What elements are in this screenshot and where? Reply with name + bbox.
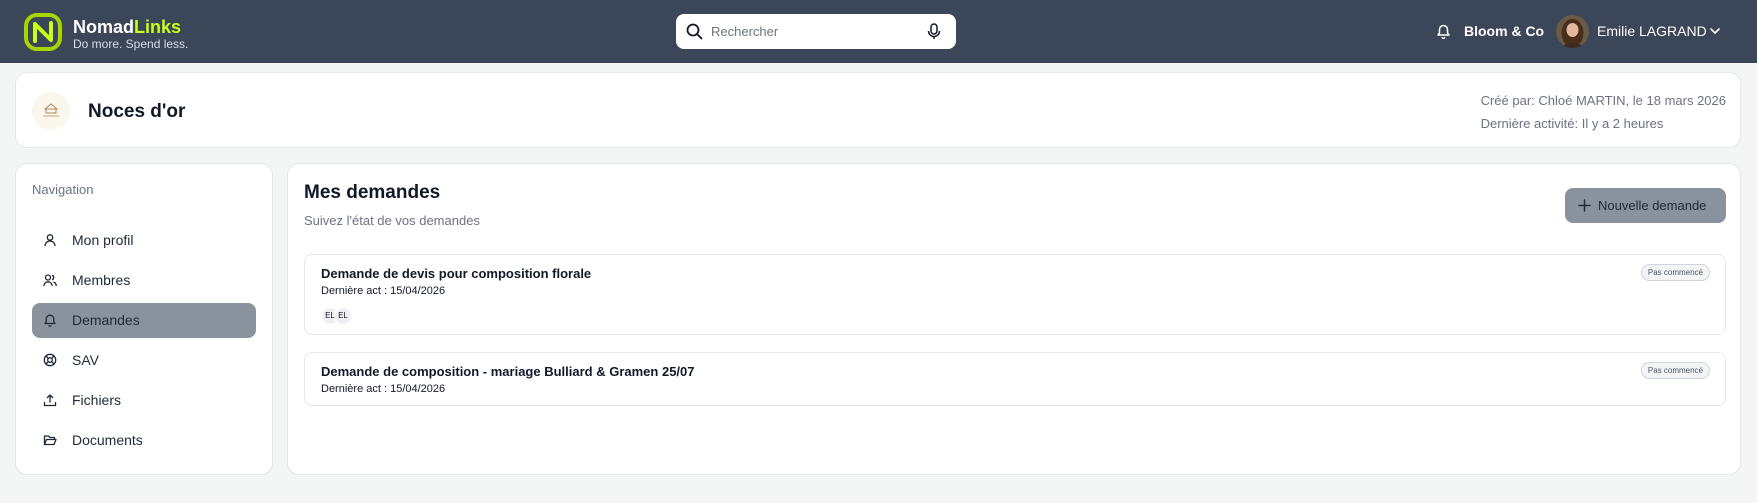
page-title: Mes demandes [304,182,441,203]
nav-item-fichiers[interactable]: Fichiers [32,383,256,418]
created-by-text: Créé par: Chloé MARTIN, le 18 mars 2026 [1480,93,1726,108]
folder-open-icon [43,435,57,446]
nav-item-mon-profil[interactable]: Mon profil [32,223,256,258]
nomadlinks-logo[interactable] [24,13,62,51]
nav-item-label: Documents [72,432,143,448]
request-last-activity: Dernière act : 15/04/2026 [321,285,446,297]
top-bar: NomadLinks Do more. Spend less. Bloom & … [0,0,1757,63]
microphone-icon[interactable] [926,23,942,40]
notification-bell-icon[interactable] [1435,22,1452,40]
organization-name[interactable]: Bloom & Co [1464,23,1544,39]
brand-name: NomadLinks [73,17,182,37]
nav-item-label: Membres [72,272,131,288]
bell-icon [44,314,56,327]
users-icon [43,274,57,287]
lifebuoy-icon [43,353,57,367]
request-title: Demande de devis pour composition floral… [321,266,592,281]
nav-item-label: SAV [72,352,99,368]
last-activity-text: Dernière activité: Il y a 2 heures [1480,116,1664,131]
search-icon [686,23,703,40]
requests-panel: Mes demandes Suivez l'état de vos demand… [287,163,1741,475]
page-subtitle: Suivez l'état de vos demandes [304,213,480,228]
user-avatar[interactable] [1556,15,1589,48]
upload-icon [43,394,57,407]
navigation-title: Navigation [32,182,94,197]
user-name[interactable]: Emilie LAGRAND [1597,23,1707,39]
status-badge: Pas commencé [1640,264,1710,281]
search-bar [676,14,956,49]
project-logo [32,92,70,130]
nav-item-documents[interactable]: Documents [32,423,256,458]
nav-item-label: Demandes [72,312,140,328]
search-input[interactable] [711,20,911,43]
status-badge: Pas commencé [1640,362,1710,379]
brand: NomadLinks Do more. Spend less. [73,17,188,51]
new-request-label: Nouvelle demande [1598,198,1707,213]
project-header: Noces d'or Créé par: Chloé MARTIN, le 18… [15,72,1741,148]
navigation-panel: Navigation Mon profil Membres Demandes S… [15,163,273,475]
nav-item-label: Mon profil [72,232,134,248]
request-item[interactable]: Demande de devis pour composition floral… [304,254,1726,335]
new-request-button[interactable]: Nouvelle demande [1565,188,1726,223]
plus-icon [1578,199,1591,212]
user-icon [44,234,56,247]
request-title: Demande de composition - mariage Bulliar… [321,364,695,379]
nav-item-membres[interactable]: Membres [32,263,256,298]
nav-item-sav[interactable]: SAV [32,343,256,378]
project-title: Noces d'or [88,101,186,122]
brand-tagline: Do more. Spend less. [73,37,189,51]
request-item[interactable]: Demande de composition - mariage Bulliar… [304,352,1726,406]
nav-item-demandes[interactable]: Demandes [32,303,256,338]
chevron-down-icon[interactable] [1708,24,1722,38]
request-last-activity: Dernière act : 15/04/2026 [321,383,446,395]
nav-item-label: Fichiers [72,392,122,408]
project-meta: Créé par: Chloé MARTIN, le 18 mars 2026 … [1481,89,1726,135]
member-avatar: EL [334,307,352,325]
